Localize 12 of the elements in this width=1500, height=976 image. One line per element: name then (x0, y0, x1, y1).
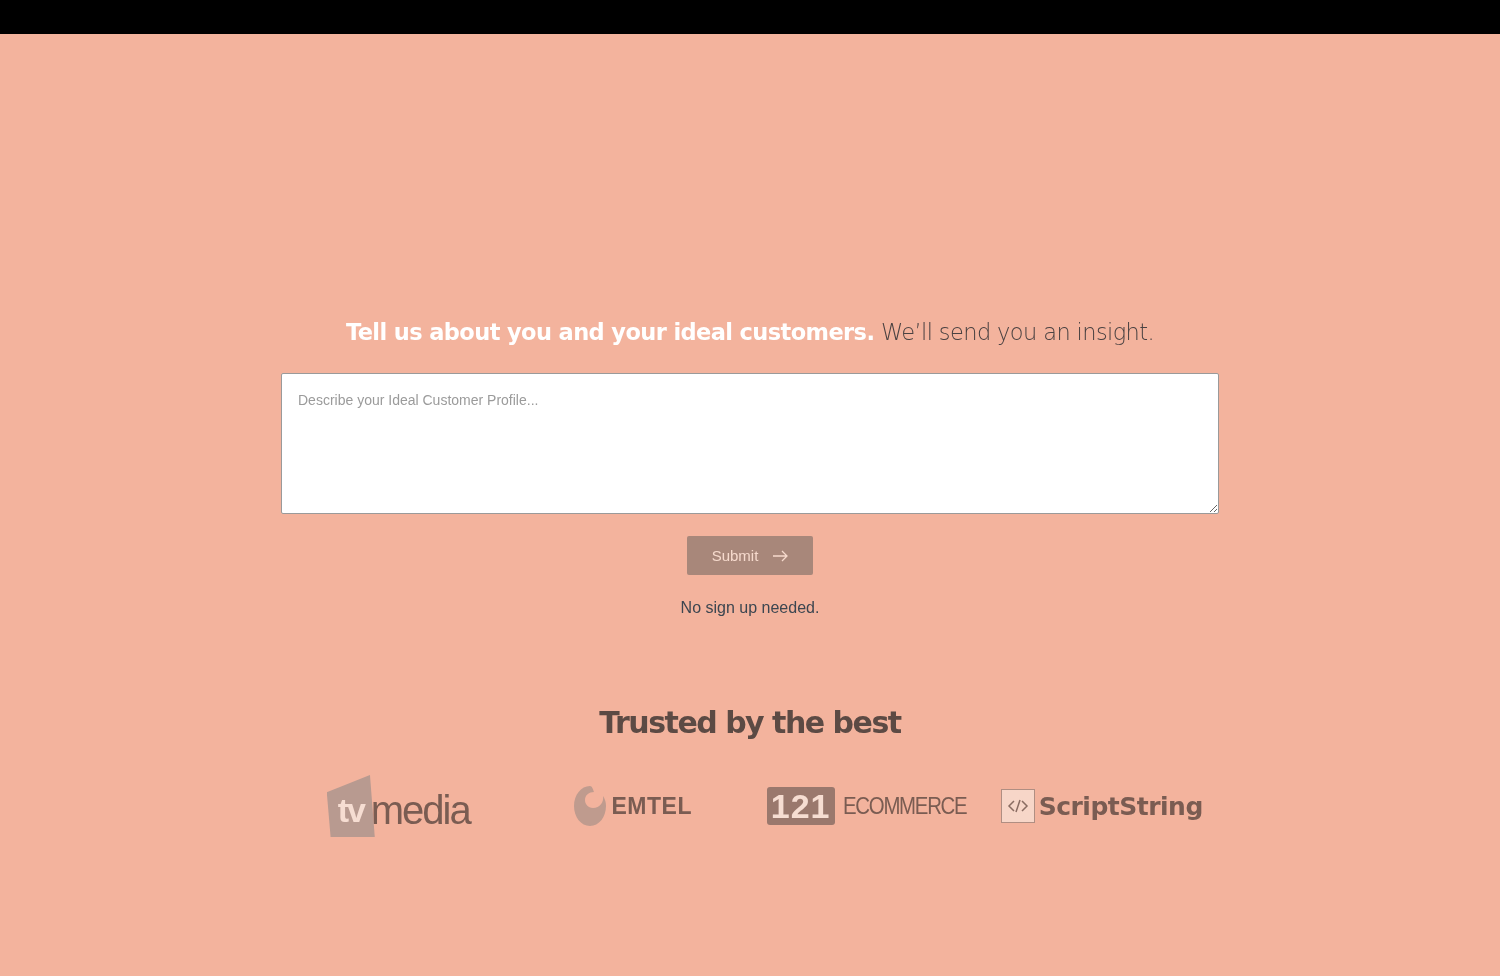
arrow-right-icon (772, 549, 789, 562)
no-signup-note: No sign up needed. (680, 598, 820, 618)
swirl-logo-icon (573, 786, 606, 826)
logo-text: ECOMMERCE (842, 792, 966, 820)
logo-text: EMTEL (611, 792, 692, 820)
logo-mark: 121 (766, 787, 835, 825)
section-title: Trusted by the best (599, 704, 901, 742)
headline: Tell us about you and your ideal customers. We’ll send you an insight. (345, 318, 1155, 347)
profile-input-field[interactable]: Describe your Ideal Customer Profile... (281, 373, 1219, 514)
code-brackets-icon (1000, 789, 1035, 823)
logo-text: ScriptString (1038, 791, 1203, 821)
submit-button[interactable]: Submit (687, 536, 813, 575)
